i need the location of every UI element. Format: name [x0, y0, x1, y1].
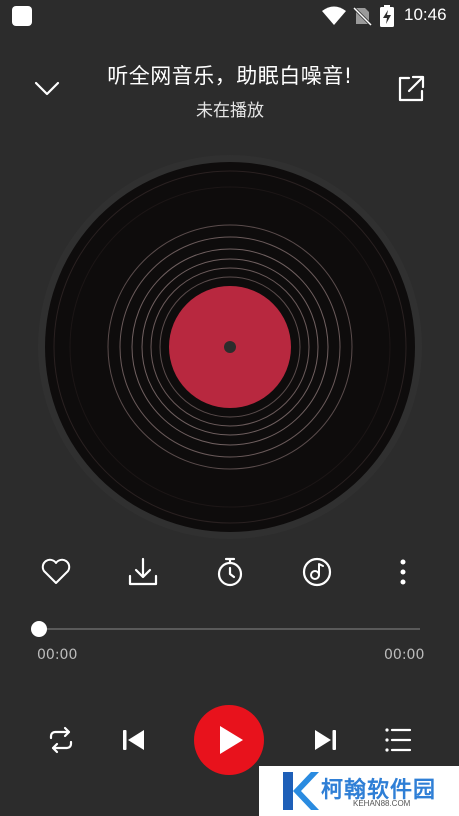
more-vertical-icon[interactable]	[383, 552, 423, 592]
clock: 10:46	[404, 5, 447, 24]
app-icon	[12, 6, 32, 26]
progress-thumb[interactable]	[31, 621, 47, 637]
sleep-timer-icon[interactable]	[210, 552, 250, 592]
play-icon	[220, 726, 243, 754]
battery-charging-icon	[380, 5, 394, 27]
next-track-icon[interactable]	[309, 724, 341, 756]
now-playing-status: 未在播放	[196, 101, 264, 121]
download-icon[interactable]	[123, 552, 163, 592]
collapse-chevron-down-icon[interactable]	[30, 72, 64, 106]
sound-effect-icon[interactable]	[297, 552, 337, 592]
total-time: 00:00	[384, 647, 425, 663]
repeat-icon[interactable]	[45, 724, 77, 756]
share-icon[interactable]	[396, 74, 426, 104]
previous-track-icon[interactable]	[118, 724, 150, 756]
watermark-url: KEHAN88.COM	[353, 799, 411, 808]
vinyl-disc	[38, 155, 422, 539]
no-sim-icon	[352, 6, 372, 26]
like-heart-icon[interactable]	[36, 552, 76, 592]
page-title: 听全网音乐，助眠白噪音!	[107, 64, 353, 88]
watermark-logo: 柯翰软件园 KEHAN88.COM	[259, 766, 459, 816]
playlist-icon[interactable]	[382, 724, 414, 756]
progress-track[interactable]	[38, 628, 420, 630]
play-button[interactable]	[194, 705, 264, 775]
watermark-k-icon	[283, 772, 319, 810]
wifi-icon	[322, 6, 346, 25]
status-bar: 10:46	[0, 0, 459, 32]
current-time: 00:00	[37, 647, 78, 663]
